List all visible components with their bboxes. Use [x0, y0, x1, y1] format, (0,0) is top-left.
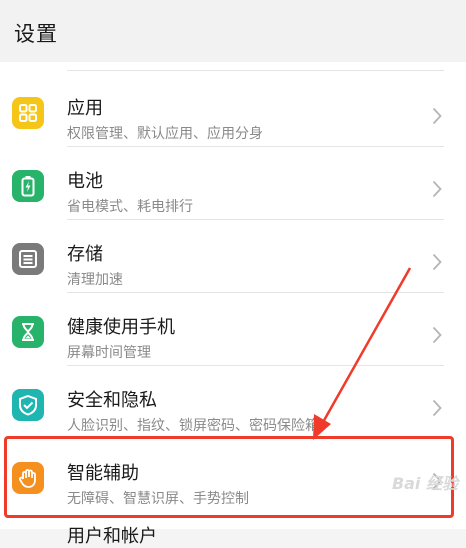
- watermark: Bai 经验: [391, 474, 458, 493]
- annotation-arrow-icon: [313, 267, 412, 440]
